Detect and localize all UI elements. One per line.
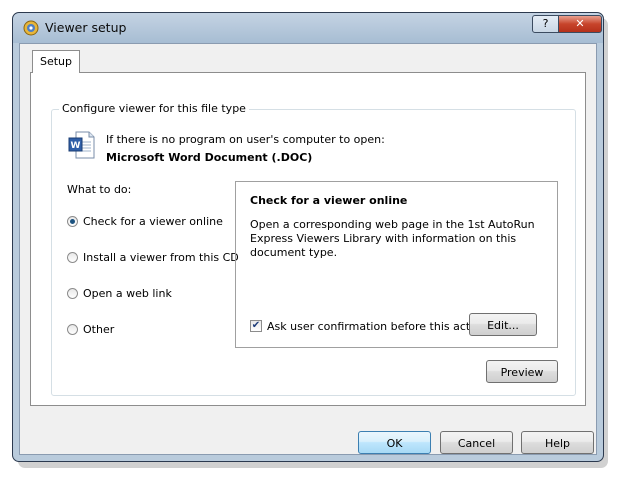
radio-label: Open a web link <box>83 287 172 300</box>
window-title: Viewer setup <box>45 20 127 35</box>
app-icon <box>23 20 39 36</box>
title-bar[interactable]: Viewer setup ? ✕ <box>13 13 603 43</box>
radio-button[interactable] <box>67 252 78 263</box>
radio-button[interactable] <box>67 324 78 335</box>
radio-label: Check for a viewer online <box>83 215 223 228</box>
radio-label: Install a viewer from this CD <box>83 251 239 264</box>
detail-description: Open a corresponding web page in the 1st… <box>250 218 535 259</box>
file-type-name: Microsoft Word Document (.DOC) <box>106 151 313 164</box>
radio-button[interactable] <box>67 216 78 227</box>
svg-text:W: W <box>71 141 81 151</box>
action-detail-panel: Check for a viewer online Open a corresp… <box>235 181 558 348</box>
configure-viewer-group: Configure viewer for this file type W If… <box>51 102 576 396</box>
edit-button[interactable]: Edit... <box>469 313 537 336</box>
cancel-button[interactable]: Cancel <box>440 431 513 454</box>
radio-label: Other <box>83 323 115 336</box>
setup-tab-panel: Configure viewer for this file type W If… <box>30 72 586 406</box>
tab-setup[interactable]: Setup <box>32 50 80 73</box>
word-document-icon: W <box>68 131 95 159</box>
group-legend: Configure viewer for this file type <box>59 102 249 115</box>
help-button[interactable]: Help <box>521 431 594 454</box>
title-close-button[interactable]: ✕ <box>558 15 602 33</box>
what-to-do-label: What to do: <box>67 183 132 196</box>
dialog-window: Viewer setup ? ✕ Setup Configure viewer … <box>12 12 604 462</box>
title-help-button[interactable]: ? <box>532 15 559 33</box>
dialog-client-area: Setup Configure viewer for this file typ… <box>19 43 597 455</box>
radio-button[interactable] <box>67 288 78 299</box>
ok-button[interactable]: OK <box>358 431 431 454</box>
confirm-checkbox-label: Ask user confirmation before this action <box>267 320 487 333</box>
detail-title: Check for a viewer online <box>250 194 408 207</box>
preview-button[interactable]: Preview <box>486 360 558 383</box>
confirm-checkbox[interactable]: ✔ <box>250 320 262 332</box>
intro-text: If there is no program on user's compute… <box>106 133 385 146</box>
